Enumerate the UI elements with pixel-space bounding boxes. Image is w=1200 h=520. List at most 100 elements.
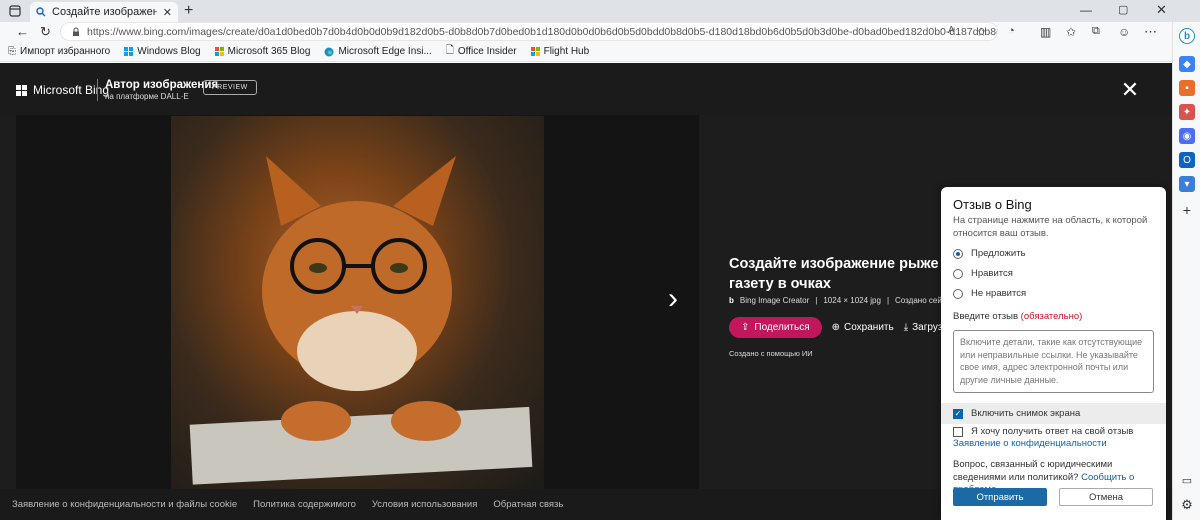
maximize-icon[interactable]: ▢: [1118, 3, 1128, 16]
microsoft-logo-icon: [16, 84, 27, 96]
favorites-bar: ⎘ Импорт избранного Windows Blog Microso…: [0, 42, 1200, 62]
edge-logo-icon: [324, 47, 334, 57]
favorite-windows-blog[interactable]: Windows Blog: [124, 46, 201, 57]
tools-briefcase-icon[interactable]: ▪: [1179, 80, 1195, 96]
download-icon: ⤓: [903, 322, 909, 333]
creator-subtitle: на платформе DALL·E: [105, 92, 189, 101]
checkbox-checked-icon: ✓: [953, 408, 963, 419]
sidebar-expand-icon[interactable]: ▭: [1179, 472, 1195, 488]
generated-image[interactable]: [171, 116, 544, 489]
tab-title: Создайте изображение рыжего: [52, 6, 157, 18]
privacy-statement-link[interactable]: Заявление о конфиденциальности: [953, 438, 1107, 449]
edge-sidebar: b ◆ ▪ ✦ ◉ O ▾ + ▭ ⚙: [1172, 22, 1200, 520]
tab-strip: Создайте изображение рыжего ✕ + — ▢ ✕: [0, 0, 1200, 22]
refresh-icon[interactable]: ↻: [40, 24, 51, 40]
reply-toggle[interactable]: Я хочу получить ответ на свой отзыв: [953, 426, 1133, 437]
add-sidebar-app-icon[interactable]: +: [1179, 202, 1195, 218]
feedback-description: На странице нажмите на область, к которо…: [953, 215, 1148, 239]
favorite-flight-hub[interactable]: Flight Hub: [530, 46, 590, 57]
favorite-label: Office Insider: [457, 46, 517, 57]
microsoft-logo-icon: [214, 47, 224, 56]
read-aloud-icon[interactable]: A: [948, 25, 955, 36]
new-tab-icon[interactable]: +: [184, 2, 193, 20]
active-tab[interactable]: Создайте изображение рыжего ✕: [30, 2, 178, 22]
outlook-icon[interactable]: O: [1179, 152, 1195, 168]
back-icon[interactable]: ←: [16, 24, 29, 39]
favorite-m365-blog[interactable]: Microsoft 365 Blog: [214, 46, 311, 57]
header-divider: [97, 79, 98, 101]
image-source: Bing Image Creator: [739, 296, 810, 305]
cancel-button[interactable]: Отмена: [1059, 488, 1153, 506]
address-toolbar: ← ↻ https://www.bing.com/images/create/d…: [0, 22, 1200, 42]
footer-link-privacy[interactable]: Заявление о конфиденциальности и файлы c…: [12, 499, 237, 510]
footer-link-feedback[interactable]: Обратная связь: [493, 499, 563, 510]
meta-separator: |: [815, 296, 818, 305]
creator-title-block: Автор изображения на платформе DALL·E: [105, 79, 218, 101]
share-label: Поделиться: [754, 322, 810, 333]
tab-actions-icon[interactable]: [8, 4, 22, 18]
radio-selected-icon: [953, 248, 963, 259]
input-label-text: Введите отзыв: [953, 311, 1019, 322]
bing-chat-icon[interactable]: b: [1179, 28, 1195, 44]
preview-badge: PREVIEW: [203, 80, 257, 95]
required-marker: (обязательно): [1020, 311, 1083, 322]
share-icon: ⇪: [741, 322, 750, 333]
image-actions: ⇪ Поделиться ⊕ Сохранить ⤓ Загрузи: [729, 317, 948, 338]
microsoft365-icon[interactable]: ◉: [1179, 128, 1195, 144]
designer-icon[interactable]: ▾: [1179, 176, 1195, 192]
extensions-icon[interactable]: ◔: [1008, 25, 1015, 37]
close-viewer-icon[interactable]: ✕: [1120, 79, 1140, 101]
next-image-icon[interactable]: ›: [668, 284, 686, 315]
image-size: 1024 × 1024 jpg: [823, 296, 881, 305]
footer-link-content-policy[interactable]: Политика содержимого: [253, 499, 356, 510]
favorites-icon[interactable]: ✩: [1066, 25, 1076, 39]
feedback-input-label: Введите отзыв (обязательно): [953, 311, 1082, 322]
collections-icon[interactable]: ⧉: [1092, 25, 1100, 38]
feedback-title: Отзыв о Bing: [953, 197, 1032, 212]
screenshot-toggle[interactable]: ✓ Включить снимок экрана: [941, 403, 1166, 424]
folder-import-icon: ⎘: [8, 46, 16, 57]
close-window-icon[interactable]: ✕: [1156, 2, 1167, 18]
meta-separator: |: [886, 296, 890, 305]
feedback-textarea[interactable]: Включите детали, такие как отсутствующие…: [953, 330, 1154, 393]
creator-title: Автор изображения: [105, 79, 219, 91]
more-menu-icon[interactable]: ⋯: [1144, 24, 1157, 40]
bing-search-icon: [36, 7, 46, 17]
url-text: https://www.bing.com/images/create/d0a1d…: [87, 25, 998, 38]
favorite-label: Microsoft Edge Insi...: [338, 46, 432, 57]
favorite-label: Windows Blog: [137, 46, 201, 57]
image-title-line2: газету в очках: [729, 276, 831, 292]
radio-label: Не нравится: [971, 288, 1027, 299]
radio-label: Нравится: [971, 268, 1013, 279]
cat-with-glasses-illustration: [189, 156, 533, 485]
send-button[interactable]: Отправить: [953, 488, 1047, 506]
share-button[interactable]: ⇪ Поделиться: [729, 317, 822, 338]
favorite-star-icon[interactable]: ☆: [976, 25, 987, 39]
favorite-label: Microsoft 365 Blog: [227, 46, 311, 57]
favorite-label: Импорт избранного: [20, 46, 111, 57]
footer-link-terms[interactable]: Условия использования: [372, 499, 477, 510]
radio-suggest[interactable]: Предложить: [953, 248, 1026, 259]
save-button[interactable]: ⊕ Сохранить: [832, 322, 894, 333]
address-bar[interactable]: https://www.bing.com/images/create/d0a1d…: [60, 22, 998, 41]
favorite-office-insider[interactable]: 🗋 Office Insider: [446, 43, 517, 60]
profile-icon[interactable]: ☺: [1118, 25, 1130, 39]
favorite-edge-insider[interactable]: Microsoft Edge Insi...: [324, 46, 432, 57]
radio-empty-icon: [953, 268, 963, 279]
sidebar-settings-icon[interactable]: ⚙: [1179, 497, 1195, 513]
radio-like[interactable]: Нравится: [953, 268, 1013, 279]
bing-logo[interactable]: Microsoft Bing: [16, 83, 109, 97]
close-tab-icon[interactable]: ✕: [163, 6, 172, 19]
favorite-label: Flight Hub: [543, 46, 590, 57]
split-screen-icon[interactable]: ▥: [1040, 25, 1051, 39]
feedback-panel: Отзыв о Bing На странице нажмите на обла…: [941, 187, 1166, 520]
games-icon[interactable]: ✦: [1179, 104, 1195, 120]
image-meta: b Bing Image Creator | 1024 × 1024 jpg |…: [729, 296, 954, 305]
bing-b-icon: b: [729, 296, 734, 305]
radio-dislike[interactable]: Не нравится: [953, 288, 1026, 299]
minimize-icon[interactable]: —: [1080, 3, 1092, 17]
shopping-tag-icon[interactable]: ◆: [1179, 56, 1195, 72]
favorite-import[interactable]: ⎘ Импорт избранного: [8, 46, 110, 57]
ai-created-note: Создано с помощью ИИ: [729, 349, 813, 358]
windows-logo-icon: [124, 47, 134, 56]
